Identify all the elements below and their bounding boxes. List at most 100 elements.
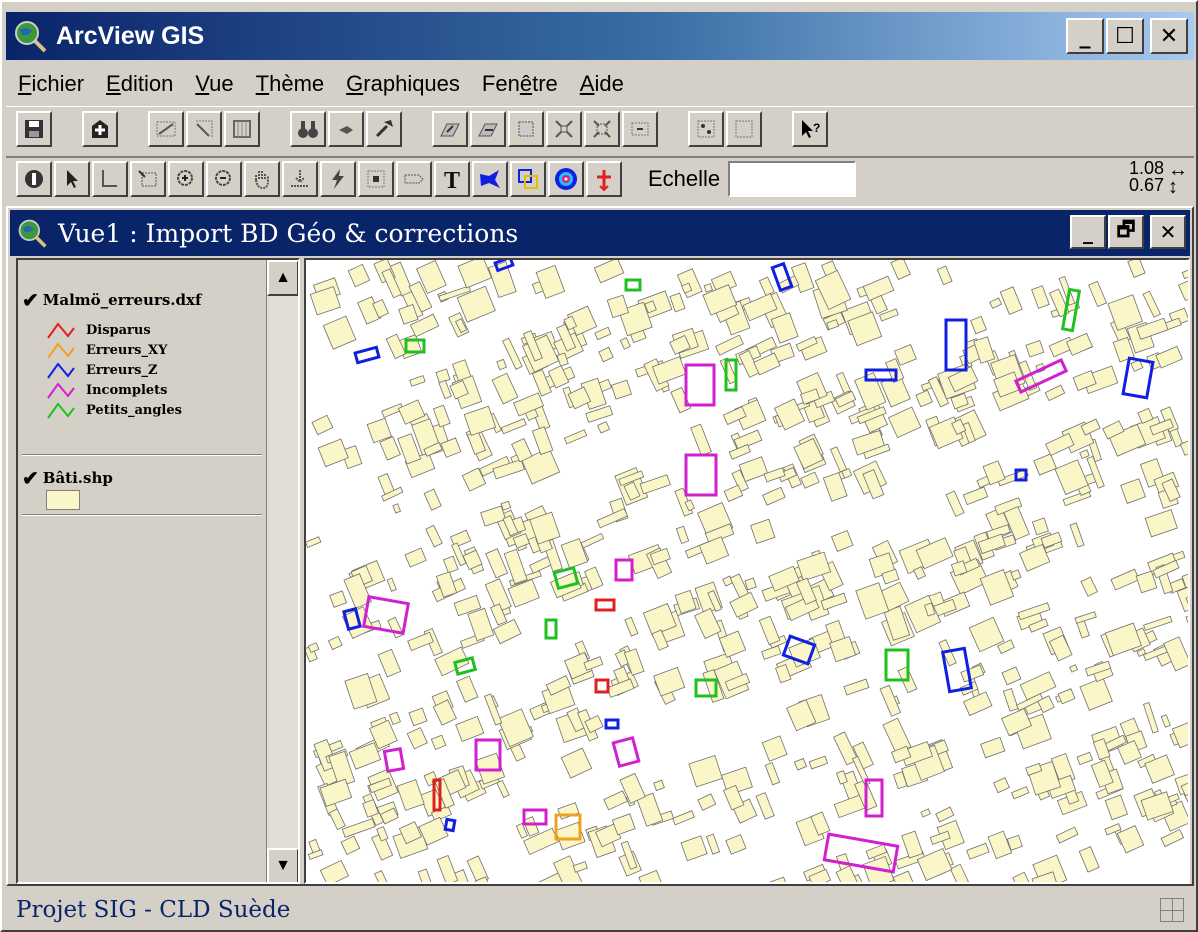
building-feature[interactable]	[694, 607, 722, 640]
error-feature[interactable]	[443, 817, 457, 833]
polygon-split-tool[interactable]	[510, 161, 546, 197]
building-feature[interactable]	[1079, 449, 1090, 460]
building-feature[interactable]	[1069, 664, 1079, 673]
building-feature[interactable]	[766, 876, 792, 882]
menu-theme[interactable]: Thème	[256, 71, 325, 97]
error-feature[interactable]	[684, 363, 716, 407]
building-feature[interactable]	[496, 358, 507, 371]
building-feature[interactable]	[901, 830, 924, 859]
building-feature[interactable]	[835, 770, 848, 785]
building-feature[interactable]	[623, 648, 645, 676]
spatial-analyst-tool[interactable]	[548, 161, 584, 197]
building-feature[interactable]	[800, 471, 820, 489]
building-feature[interactable]	[705, 833, 721, 855]
area-of-interest-tool[interactable]	[358, 161, 394, 197]
building-feature[interactable]	[892, 870, 915, 882]
building-feature[interactable]	[963, 691, 993, 717]
building-feature[interactable]	[729, 591, 759, 618]
add-theme-button[interactable]	[82, 110, 118, 147]
theme-bati[interactable]: ✔ Bâti.shp	[22, 466, 113, 490]
error-feature[interactable]	[611, 735, 641, 769]
checkbox-icon[interactable]: ✔	[22, 288, 39, 312]
building-feature[interactable]	[670, 386, 692, 414]
measure-tool[interactable]	[282, 161, 318, 197]
building-feature[interactable]	[379, 436, 401, 461]
view-restore-button[interactable]: 🗗	[1108, 215, 1144, 249]
building-feature[interactable]	[829, 446, 848, 473]
building-feature[interactable]	[688, 754, 723, 788]
building-feature[interactable]	[1065, 332, 1094, 356]
building-feature[interactable]	[436, 854, 459, 882]
building-feature[interactable]	[1080, 576, 1098, 597]
building-feature[interactable]	[855, 582, 890, 620]
building-feature[interactable]	[675, 525, 690, 544]
zoom-out-tool[interactable]	[206, 161, 242, 197]
theme-malmo-erreurs[interactable]: ✔ Malmö_erreurs.dxf	[22, 288, 201, 312]
building-feature[interactable]	[935, 806, 955, 823]
building-feature[interactable]	[1057, 688, 1076, 705]
building-feature[interactable]	[758, 276, 775, 297]
building-feature[interactable]	[672, 810, 695, 826]
building-feature[interactable]	[1076, 751, 1094, 766]
building-feature[interactable]	[1143, 615, 1173, 632]
building-feature[interactable]	[425, 524, 443, 548]
building-feature[interactable]	[1160, 714, 1171, 728]
building-feature[interactable]	[1142, 290, 1162, 318]
building-feature[interactable]	[999, 286, 1023, 315]
hotlink-tool[interactable]	[320, 161, 356, 197]
view-titlebar[interactable]: Vue1 : Import BD Géo & corrections _ 🗗 ✕	[10, 210, 1190, 256]
vertex-edit-tool[interactable]	[92, 161, 128, 197]
building-feature[interactable]	[598, 346, 614, 363]
building-feature[interactable]	[1155, 345, 1183, 369]
menu-vue[interactable]: Vue	[195, 71, 233, 97]
building-feature[interactable]	[467, 607, 495, 642]
zoom-previous-button[interactable]	[622, 110, 658, 147]
building-feature[interactable]	[719, 357, 738, 385]
building-feature[interactable]	[980, 736, 1006, 759]
building-feature[interactable]	[563, 429, 588, 445]
menu-edition[interactable]: Edition	[106, 71, 173, 97]
building-feature[interactable]	[698, 536, 730, 565]
building-feature[interactable]	[1033, 453, 1057, 476]
zoom-in-tool[interactable]	[168, 161, 204, 197]
building-feature[interactable]	[386, 577, 397, 592]
building-feature[interactable]	[596, 508, 628, 529]
error-feature[interactable]	[624, 278, 642, 292]
draw-tool[interactable]	[472, 161, 508, 197]
find-button[interactable]	[290, 110, 326, 147]
building-feature[interactable]	[1181, 268, 1188, 280]
toc-scrollbar[interactable]: ▲ ▼	[266, 260, 298, 882]
window-grip-icon[interactable]	[1160, 898, 1184, 922]
building-feature[interactable]	[610, 379, 633, 400]
building-feature[interactable]	[392, 503, 402, 514]
select-feature-tool[interactable]	[130, 161, 166, 197]
building-feature[interactable]	[423, 488, 442, 511]
building-feature[interactable]	[676, 268, 703, 299]
building-feature[interactable]	[653, 779, 665, 792]
save-button[interactable]	[16, 110, 52, 147]
building-feature[interactable]	[653, 666, 686, 697]
building-feature[interactable]	[949, 863, 969, 882]
label-tool[interactable]	[396, 161, 432, 197]
building-feature[interactable]	[597, 421, 611, 434]
scroll-down-button[interactable]: ▼	[267, 848, 298, 882]
building-feature[interactable]	[503, 548, 528, 585]
building-feature[interactable]	[457, 260, 493, 289]
building-feature[interactable]	[890, 260, 911, 281]
building-feature[interactable]	[619, 337, 631, 350]
help-button[interactable]: ?	[792, 110, 828, 147]
building-feature[interactable]	[729, 573, 749, 599]
building-feature[interactable]	[761, 645, 782, 660]
building-feature[interactable]	[835, 371, 852, 395]
building-feature[interactable]	[1012, 871, 1036, 882]
building-feature[interactable]	[1069, 522, 1085, 548]
building-feature[interactable]	[703, 283, 713, 293]
error-feature[interactable]	[382, 747, 406, 773]
select-all-button[interactable]	[688, 110, 724, 147]
building-feature[interactable]	[761, 735, 788, 762]
building-feature[interactable]	[348, 742, 382, 770]
building-feature[interactable]	[341, 818, 376, 838]
building-feature[interactable]	[762, 486, 786, 506]
building-feature[interactable]	[680, 835, 708, 862]
identify-tool[interactable]	[16, 161, 52, 197]
